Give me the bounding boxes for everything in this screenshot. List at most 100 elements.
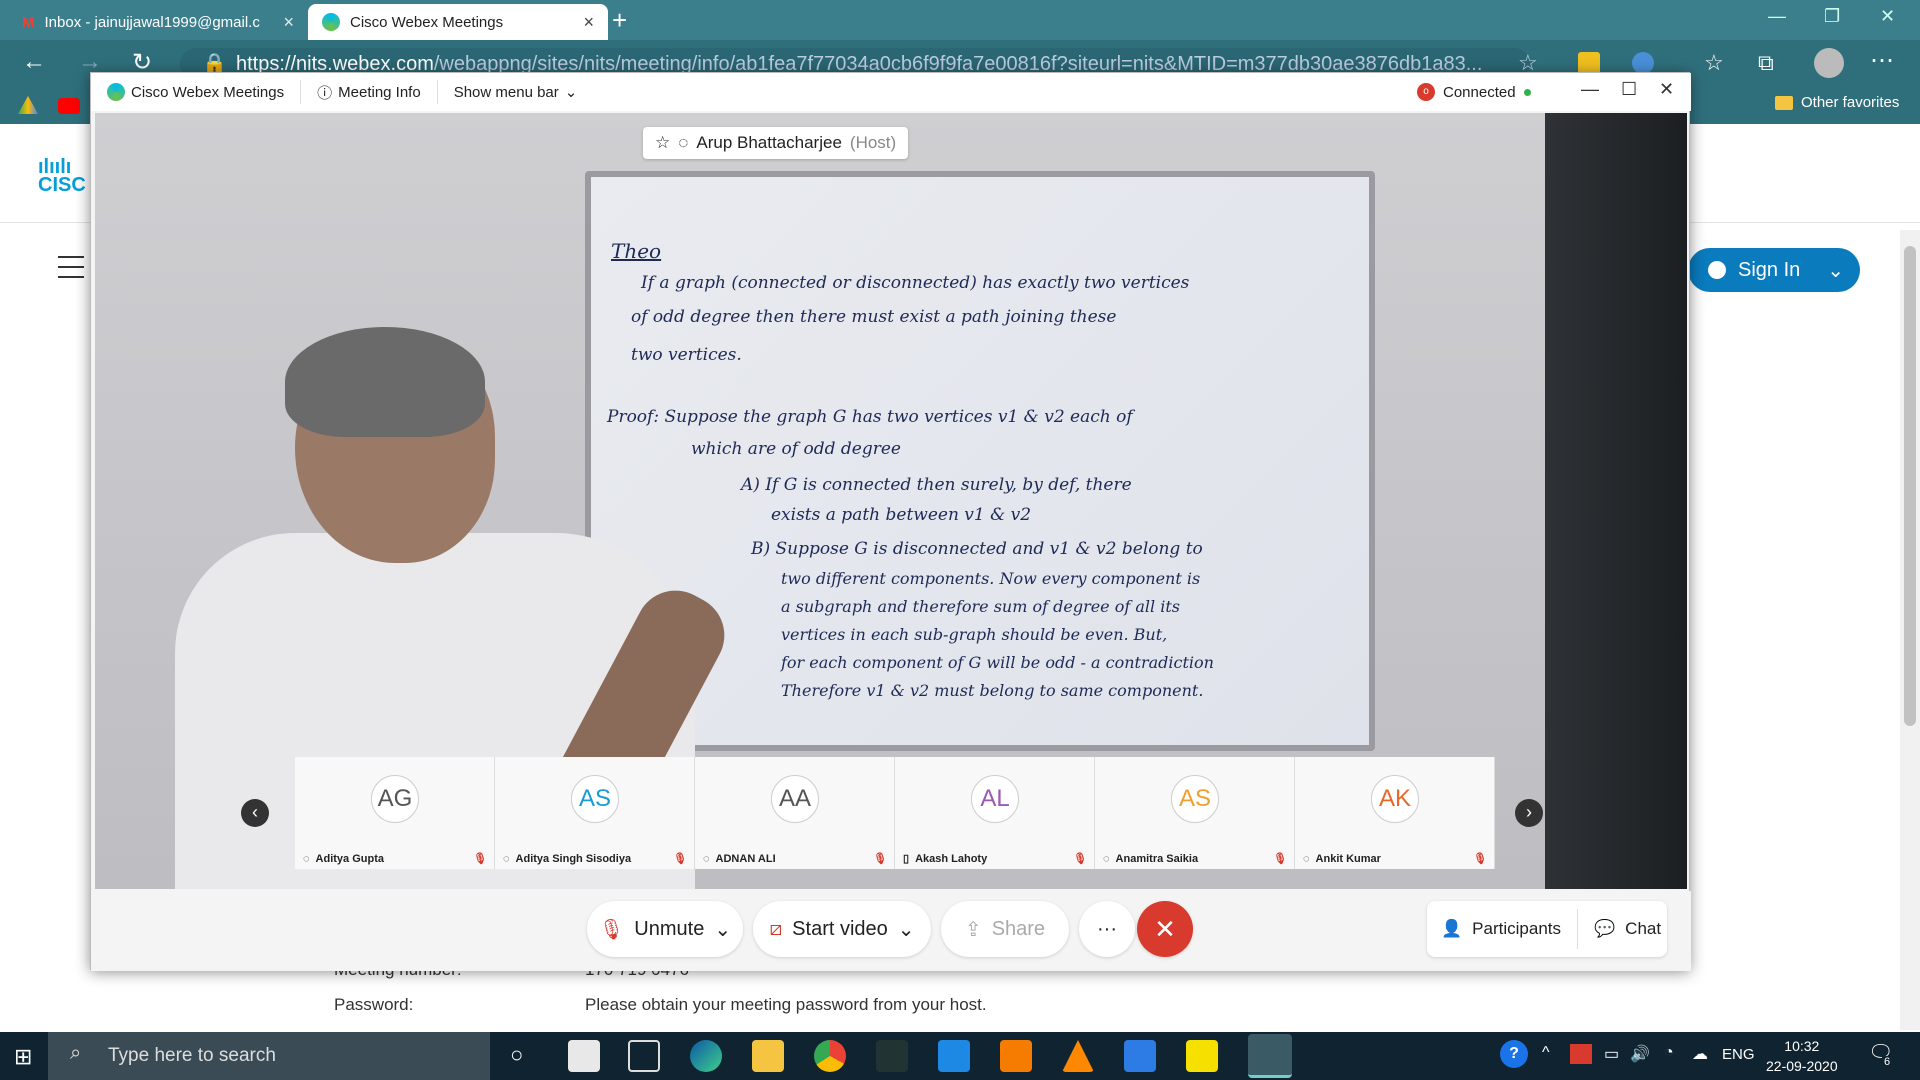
tab-webex[interactable]: Cisco Webex Meetings × xyxy=(308,4,608,40)
new-tab-icon[interactable]: + xyxy=(612,6,627,34)
participant-name: Aditya Gupta xyxy=(315,852,384,865)
muted-mic-icon: 🎙 xyxy=(598,918,625,941)
task-view-icon[interactable]: ○ xyxy=(510,1042,523,1068)
chevron-down-icon: ⌄ xyxy=(564,84,578,101)
video-off-icon: ⧄ xyxy=(769,917,783,940)
more-menu-icon[interactable]: ⋯ xyxy=(1870,46,1894,75)
sign-in-label: Sign In xyxy=(1738,258,1801,281)
microsoft-store-icon[interactable] xyxy=(568,1040,600,1072)
share-button[interactable]: ⇪ Share xyxy=(941,901,1069,957)
participant-name-row: ◌ Aditya Singh Sisodiya 🎙 xyxy=(503,852,687,866)
vscode-icon[interactable] xyxy=(938,1040,970,1072)
edge-icon[interactable] xyxy=(690,1040,722,1072)
collections-icon[interactable]: ⧉ xyxy=(1758,50,1774,76)
hamburger-menu-icon[interactable] xyxy=(58,256,84,286)
participant-tile[interactable]: AS ◌ Anamitra Saikia 🎙 xyxy=(1095,757,1295,869)
file-explorer-icon[interactable] xyxy=(752,1040,784,1072)
meeting-info-button[interactable]: ⓘ Meeting Info xyxy=(301,80,438,104)
connection-status[interactable]: o Connected xyxy=(1417,83,1531,101)
close-tab-icon[interactable]: × xyxy=(583,12,594,33)
avatar: AG xyxy=(371,775,419,823)
avatar: AS xyxy=(571,775,619,823)
search-placeholder: Type here to search xyxy=(108,1045,276,1066)
youtube-icon[interactable] xyxy=(58,98,80,114)
battery-icon[interactable]: ▭ xyxy=(1604,1044,1619,1064)
sign-in-button[interactable]: Sign In ⌄ xyxy=(1688,248,1860,292)
wifi-icon[interactable]: ◔ xyxy=(1664,1044,1674,1062)
webex-taskbar-icon[interactable] xyxy=(1248,1034,1292,1078)
more-options-label: ··· xyxy=(1097,917,1117,940)
clock-date: 22-09-2020 xyxy=(1766,1058,1838,1074)
help-icon[interactable]: ? xyxy=(1500,1040,1528,1068)
close-tab-icon[interactable]: × xyxy=(283,12,294,33)
muted-mic-icon: 🎙 xyxy=(873,853,887,865)
profile-avatar[interactable] xyxy=(1814,48,1844,78)
chevron-down-icon[interactable]: ⌄ xyxy=(714,917,731,942)
edge-legacy-icon[interactable] xyxy=(628,1040,660,1072)
avatar: AA xyxy=(771,775,819,823)
show-menu-bar-button[interactable]: Show menu bar ⌄ xyxy=(438,80,594,104)
meeting-control-bar: 🎙 Unmute ⌄ ⧄ Start video ⌄ ⇪ Share ··· ✕… xyxy=(91,891,1691,971)
participant-tile[interactable]: AS ◌ Aditya Singh Sisodiya 🎙 xyxy=(495,757,695,869)
unmute-button[interactable]: 🎙 Unmute ⌄ xyxy=(587,901,743,957)
whiteboard-line: If a graph (connected or disconnected) h… xyxy=(641,273,1190,293)
close-browser-icon[interactable]: ✕ xyxy=(1880,6,1895,27)
chat-button[interactable]: Chat xyxy=(1625,919,1661,939)
chevron-up-icon[interactable]: ^ xyxy=(1542,1044,1550,1062)
dev-cpp-icon[interactable] xyxy=(876,1040,908,1072)
more-options-button[interactable]: ··· xyxy=(1079,901,1135,957)
host-role: (Host) xyxy=(849,133,897,152)
share-icon: ⇪ xyxy=(964,918,982,941)
todo-icon[interactable] xyxy=(1124,1040,1156,1072)
phone-icon: ▯ xyxy=(903,853,910,865)
participant-tile[interactable]: AK ◌ Ankit Kumar 🎙 xyxy=(1295,757,1495,869)
participants-icon: 👤 xyxy=(1441,919,1463,938)
participant-tile[interactable]: AG ◌ Aditya Gupta 🎙 xyxy=(295,757,495,869)
back-icon[interactable]: ← xyxy=(22,48,46,76)
restore-browser-icon[interactable]: ❐ xyxy=(1824,6,1840,27)
info-icon: ⓘ xyxy=(317,84,333,102)
participant-tile[interactable]: AL ▯ Akash Lahoty 🎙 xyxy=(895,757,1095,869)
participant-name: Anamitra Saikia xyxy=(1115,852,1199,865)
windows-start-icon[interactable]: ⊞ xyxy=(14,1044,32,1070)
close-icon[interactable]: ✕ xyxy=(1659,79,1674,100)
audio-icon: ◌ xyxy=(503,852,510,865)
whiteboard-line: a subgraph and therefore sum of degree o… xyxy=(781,597,1180,616)
whiteboard-line: two different components. Now every comp… xyxy=(781,569,1201,588)
other-favorites-label: Other favorites xyxy=(1801,94,1900,111)
volume-icon[interactable]: 🔊 xyxy=(1630,1044,1650,1064)
participants-button[interactable]: Participants xyxy=(1472,919,1561,939)
app-title-label: Cisco Webex Meetings xyxy=(131,83,285,101)
maximize-icon[interactable]: ☐ xyxy=(1621,79,1637,100)
filmstrip-next-button[interactable]: › xyxy=(1515,799,1543,827)
tab-title: Inbox - jainujjawal1999@gmail.c xyxy=(44,13,260,31)
onedrive-icon[interactable]: ☁ xyxy=(1692,1044,1708,1064)
minimize-browser-icon[interactable]: — xyxy=(1768,6,1786,27)
chrome-icon[interactable] xyxy=(814,1040,846,1072)
taskbar-clock[interactable]: 10:32 22-09-2020 xyxy=(1766,1036,1838,1076)
filmstrip-prev-button[interactable]: ‹ xyxy=(241,799,269,827)
sticky-notes-icon[interactable] xyxy=(1186,1040,1218,1072)
record-icon: o xyxy=(1417,83,1435,101)
pin-icon[interactable]: ☆ xyxy=(655,133,670,153)
tray-app-icon[interactable] xyxy=(1570,1044,1592,1064)
audio-icon: ◌ xyxy=(303,852,310,865)
chevron-down-icon[interactable]: ⌄ xyxy=(898,917,915,942)
participant-name-row: ◌ Anamitra Saikia 🎙 xyxy=(1103,852,1287,866)
favorites-icon[interactable]: ☆ xyxy=(1704,50,1724,76)
language-indicator[interactable]: ENG xyxy=(1722,1046,1755,1063)
participant-tile[interactable]: AA ◌ ADNAN ALI 🎙 xyxy=(695,757,895,869)
other-favorites[interactable]: Other favorites xyxy=(1775,94,1899,111)
extension-icon[interactable] xyxy=(1632,52,1654,74)
sublime-text-icon[interactable] xyxy=(1000,1040,1032,1072)
participant-name: Aditya Singh Sisodiya xyxy=(515,852,632,865)
extension-icon[interactable] xyxy=(1578,52,1600,74)
participant-name-row: ◌ ADNAN ALI 🎙 xyxy=(703,852,887,866)
tab-inbox[interactable]: M Inbox - jainujjawal1999@gmail.c × xyxy=(8,4,308,40)
avatar: AK xyxy=(1371,775,1419,823)
minimize-icon[interactable]: — xyxy=(1581,79,1599,100)
scrollbar-thumb[interactable] xyxy=(1904,246,1916,726)
leave-meeting-button[interactable]: ✕ xyxy=(1137,901,1193,957)
taskbar-search-box[interactable]: ⌕ Type here to search xyxy=(48,1032,490,1080)
start-video-button[interactable]: ⧄ Start video ⌄ xyxy=(753,901,931,957)
